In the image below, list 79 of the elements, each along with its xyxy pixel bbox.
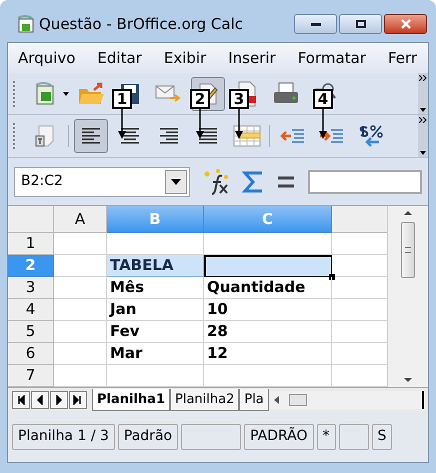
vertical-scrollbar[interactable] [387, 206, 428, 387]
callout-tooltip: 1 [112, 89, 132, 109]
formula-input[interactable] [308, 170, 422, 194]
arrow-icon [118, 109, 126, 139]
horizontal-scrollbar[interactable] [270, 390, 424, 408]
scrollbar-thumb[interactable] [288, 394, 307, 406]
open-icon [77, 80, 105, 106]
window-title: Questão - BrOffice.org Calc [39, 14, 244, 35]
dropdown-button[interactable] [165, 170, 187, 194]
callout-tooltip: 4 [313, 89, 333, 109]
row-header[interactable]: 3 [8, 277, 54, 299]
nav-arrow-icon [16, 394, 26, 404]
row-header[interactable]: 7 [8, 365, 54, 387]
sheet-nav-button[interactable] [12, 390, 30, 408]
row-header[interactable]: 4 [8, 299, 54, 321]
dropdown-arrow-icon [171, 178, 181, 184]
column-header[interactable]: A [54, 206, 107, 233]
minimize-button[interactable] [294, 14, 337, 34]
sum-icon[interactable] [242, 170, 264, 194]
arrow-icon [196, 109, 204, 139]
table-cell[interactable]: 28 [204, 321, 332, 343]
sheet-tab[interactable]: Pla [239, 389, 269, 411]
row-header[interactable]: 5 [8, 321, 54, 343]
menu-item[interactable]: Inserir [228, 46, 276, 70]
menu-item[interactable]: Arquivo [18, 46, 76, 70]
menu-item[interactable]: Exibir [164, 46, 206, 70]
toolbar-button[interactable] [74, 119, 108, 153]
merge-icon [233, 124, 261, 148]
status-field: Padrão [118, 424, 178, 450]
more-icon[interactable] [419, 75, 427, 81]
close-icon [400, 19, 412, 29]
sheet-nav-button[interactable] [50, 390, 68, 408]
row-header[interactable]: 1 [8, 233, 54, 255]
sheet-nav-button[interactable] [69, 390, 87, 408]
sheet-tab[interactable]: Planilha1 [92, 389, 170, 411]
table-cell[interactable]: Jan [107, 299, 204, 321]
scroll-left-icon[interactable] [274, 396, 279, 404]
status-field: PADRÃO [244, 424, 314, 450]
table-cell[interactable]: Quantidade [204, 277, 332, 299]
sheet-nav-button[interactable] [31, 390, 49, 408]
status-field [181, 424, 242, 450]
scrollbar-thumb[interactable] [401, 222, 415, 278]
status-field [338, 424, 369, 450]
toolbar-grip[interactable] [13, 80, 16, 106]
toolbar-grip[interactable] [13, 123, 16, 149]
table-cell[interactable]: TABELA [107, 255, 204, 277]
app-icon [17, 15, 35, 33]
menu-item[interactable]: Editar [97, 46, 142, 70]
sheet-tab[interactable]: Planilha2 [170, 389, 240, 411]
arrow-icon [235, 109, 243, 139]
more-icon[interactable] [419, 117, 427, 123]
name-box[interactable]: B2:C2 [14, 166, 190, 196]
row-header[interactable]: 6 [8, 343, 54, 365]
menu-item[interactable]: Formatar [298, 46, 366, 70]
close-button[interactable] [384, 14, 427, 34]
scroll-down-icon[interactable] [404, 377, 412, 383]
nav-arrow-icon [73, 394, 83, 404]
table-cell[interactable]: 12 [204, 343, 332, 365]
dropdown-arrow-icon[interactable] [420, 108, 426, 112]
scroll-up-icon[interactable] [404, 210, 412, 216]
arrow-icon [319, 109, 327, 139]
dropdown-arrow-icon[interactable] [420, 151, 426, 155]
corner-cell[interactable] [8, 206, 54, 233]
callout-tooltip: 2 [190, 89, 210, 109]
table-cell[interactable]: Mês [107, 277, 204, 299]
table-cell[interactable]: Mar [107, 343, 204, 365]
callout-tooltip: 3 [229, 89, 249, 109]
table-cell[interactable]: Fev [107, 321, 204, 343]
table-cell[interactable]: 10 [204, 299, 332, 321]
status-field: S [372, 424, 392, 450]
print-icon [272, 82, 300, 106]
menu-item[interactable]: Ferr [388, 46, 418, 70]
table-cell[interactable] [204, 255, 332, 277]
maximize-button[interactable] [339, 14, 382, 34]
status-field: * [316, 424, 336, 450]
dropdown-arrow-icon[interactable] [63, 92, 69, 96]
function-wizard-icon[interactable] [202, 168, 230, 196]
equals-icon[interactable] [276, 176, 296, 188]
status-field: Planilha 1 / 3 [12, 424, 115, 450]
